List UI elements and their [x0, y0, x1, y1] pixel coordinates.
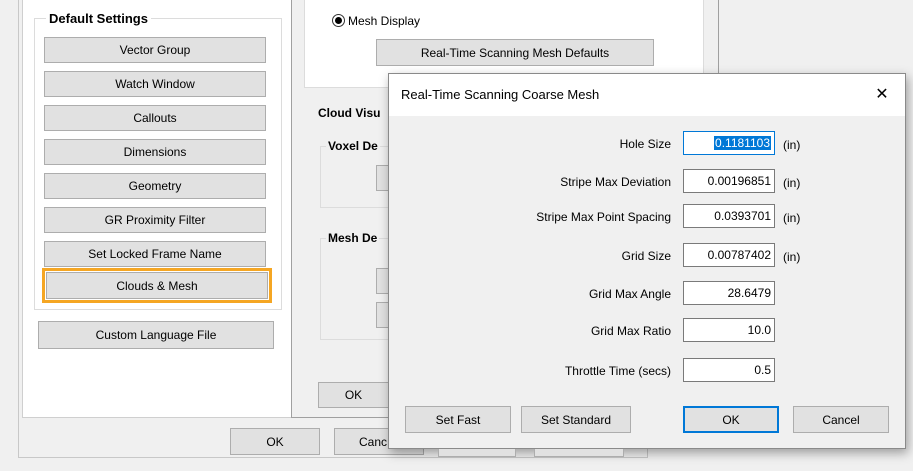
help-button-partial[interactable] — [534, 449, 624, 457]
mesh-display-radio[interactable] — [332, 14, 345, 27]
vector-group-button[interactable]: Vector Group — [44, 37, 266, 63]
set-locked-frame-name-button[interactable]: Set Locked Frame Name — [44, 241, 266, 267]
geometry-button[interactable]: Geometry — [44, 173, 266, 199]
grid-max-ratio-label: Grid Max Ratio — [590, 324, 671, 338]
dialog-ok-button[interactable]: OK — [683, 406, 779, 433]
hole-size-value: 0.1181103 — [714, 136, 771, 150]
mesh-display-label: Mesh Display — [348, 14, 421, 28]
stripe-max-point-spacing-unit: (in) — [783, 211, 801, 225]
voxel-label: Voxel De — [326, 139, 380, 153]
stripe-max-deviation-unit: (in) — [783, 176, 801, 190]
stripe-max-point-spacing-label: Stripe Max Point Spacing — [536, 210, 671, 224]
apply-button-partial[interactable] — [438, 449, 516, 457]
set-standard-button[interactable]: Set Standard — [521, 406, 631, 433]
stripe-max-deviation-input[interactable]: 0.00196851 — [683, 169, 775, 193]
dialog-titlebar: Real-Time Scanning Coarse Mesh ✕ — [389, 74, 905, 116]
close-icon[interactable]: ✕ — [867, 82, 897, 108]
dialog-title: Real-Time Scanning Coarse Mesh — [401, 87, 600, 102]
hole-size-unit: (in) — [783, 138, 801, 152]
set-fast-button[interactable]: Set Fast — [405, 406, 511, 433]
stripe-max-point-spacing-input[interactable]: 0.0393701 — [683, 204, 775, 228]
coarse-mesh-dialog: Real-Time Scanning Coarse Mesh ✕ Hole Si… — [388, 73, 906, 449]
mesh-defaults-button[interactable]: Real-Time Scanning Mesh Defaults — [376, 39, 654, 66]
gr-proximity-filter-button[interactable]: GR Proximity Filter — [44, 207, 266, 233]
grid-max-ratio-input[interactable]: 10.0 — [683, 318, 775, 342]
stripe-max-deviation-label: Stripe Max Deviation — [560, 175, 671, 189]
mesh-group-label: Mesh De — [326, 231, 380, 245]
hole-size-input[interactable]: 0.1181103 — [683, 131, 775, 155]
watch-window-button[interactable]: Watch Window — [44, 71, 266, 97]
mesh-settings-ok-button[interactable]: OK — [318, 382, 388, 408]
grid-size-unit: (in) — [783, 250, 801, 264]
dimensions-button[interactable]: Dimensions — [44, 139, 266, 165]
cloud-visualization-label: Cloud Visu — [318, 106, 381, 120]
grid-size-input[interactable]: 0.00787402 — [683, 243, 775, 267]
grid-max-angle-input[interactable]: 28.6479 — [683, 281, 775, 305]
grid-size-label: Grid Size — [621, 249, 671, 263]
dialog-cancel-button[interactable]: Cancel — [793, 406, 889, 433]
throttle-time-label: Throttle Time (secs) — [564, 364, 671, 378]
settings-ok-button[interactable]: OK — [230, 428, 320, 455]
clouds-mesh-button[interactable]: Clouds & Mesh — [42, 268, 272, 303]
hole-size-label: Hole Size — [619, 137, 671, 151]
callouts-button[interactable]: Callouts — [44, 105, 266, 131]
grid-max-angle-label: Grid Max Angle — [588, 287, 671, 301]
custom-language-file-button[interactable]: Custom Language File — [38, 321, 274, 349]
default-settings-title: Default Settings — [46, 11, 151, 26]
throttle-time-input[interactable]: 0.5 — [683, 358, 775, 382]
